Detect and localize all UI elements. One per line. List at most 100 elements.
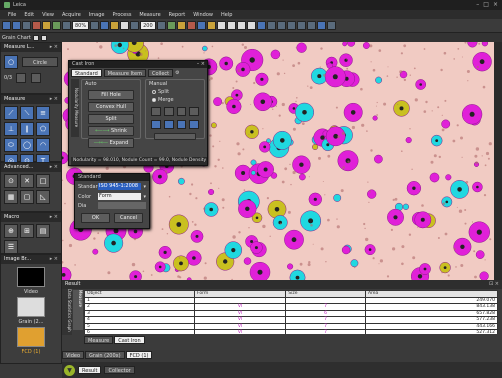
arc-icon[interactable] bbox=[276, 21, 286, 30]
help-icon[interactable] bbox=[326, 21, 336, 30]
measure-line-icon[interactable] bbox=[256, 21, 266, 30]
polygon-icon[interactable]: ⬠ bbox=[36, 122, 50, 136]
color-select[interactable]: Form bbox=[98, 193, 142, 200]
fill-hole-button[interactable]: Fill Hole bbox=[88, 90, 134, 100]
macro-table-icon[interactable]: ▤ bbox=[36, 224, 50, 238]
chevron-down-icon[interactable]: ▾ bbox=[143, 194, 146, 200]
standard-select[interactable]: ISO 945-1:2008 bbox=[98, 183, 142, 190]
export-icon[interactable] bbox=[316, 21, 326, 30]
video-thumbnail[interactable] bbox=[17, 267, 45, 287]
split-button[interactable]: Split bbox=[88, 114, 134, 124]
multi-line-icon[interactable]: ≡ bbox=[36, 106, 50, 120]
circle-measure-icon[interactable]: ◯ bbox=[20, 138, 34, 152]
prev-icon[interactable] bbox=[16, 73, 27, 83]
circle-tool-icon[interactable]: ○ bbox=[4, 55, 18, 69]
chevron-down-icon[interactable]: ▾ bbox=[143, 184, 146, 190]
camera-icon[interactable] bbox=[42, 21, 51, 30]
shrink-button[interactable]: ⟵⟶ Shrink bbox=[88, 126, 134, 136]
point-icon[interactable] bbox=[306, 21, 316, 30]
tab-collect[interactable]: Collect bbox=[147, 69, 174, 77]
macro-list-icon[interactable]: ☰ bbox=[4, 240, 18, 254]
save-icon[interactable] bbox=[12, 21, 21, 30]
footer-tab-collector[interactable]: Collector bbox=[104, 366, 135, 374]
parallel-icon[interactable]: ∥ bbox=[20, 122, 34, 136]
record-icon[interactable] bbox=[32, 21, 41, 30]
line-icon[interactable] bbox=[216, 21, 226, 30]
pen-icon[interactable] bbox=[163, 107, 174, 116]
doc-tab-grain[interactable]: Grain (200x) bbox=[85, 351, 125, 359]
print-icon[interactable] bbox=[22, 21, 31, 30]
count-select[interactable]: 200 bbox=[140, 21, 156, 30]
ellipse-measure-icon[interactable]: ⬭ bbox=[4, 138, 18, 152]
calibrate-icon[interactable] bbox=[120, 21, 130, 30]
close-icon[interactable]: × bbox=[493, 1, 498, 8]
zoom-select[interactable]: 80% bbox=[72, 21, 90, 30]
circle-button[interactable]: Circle bbox=[22, 57, 58, 67]
panel-close-icon[interactable]: ▸ × bbox=[50, 43, 58, 52]
panel-close-icon[interactable]: ▸ × bbox=[50, 95, 58, 104]
minimize-icon[interactable]: – bbox=[476, 1, 479, 8]
grid-icon[interactable] bbox=[110, 21, 120, 30]
manual-apply-button[interactable] bbox=[154, 133, 196, 140]
hand-icon[interactable] bbox=[189, 107, 199, 116]
doc-tab-fcd[interactable]: FCD (1) bbox=[125, 351, 153, 359]
settings-icon[interactable]: ⚙ bbox=[175, 70, 179, 76]
menu-item[interactable]: File bbox=[8, 12, 16, 18]
result-sidetabs[interactable]: Data Statistics Graph bbox=[62, 289, 72, 335]
grain-thumbnail[interactable] bbox=[17, 297, 45, 317]
menu-item[interactable]: Process bbox=[112, 12, 131, 18]
cut-icon[interactable] bbox=[176, 120, 187, 129]
menu-item[interactable]: Window bbox=[193, 12, 213, 18]
cancel-button[interactable]: Cancel bbox=[114, 213, 143, 223]
grain-chart-label[interactable]: Grain Chart bbox=[2, 35, 31, 41]
menu-item[interactable]: Acquire bbox=[62, 12, 81, 18]
convex-hull-button[interactable]: Convex Hull bbox=[88, 102, 134, 112]
panel-close-icon[interactable]: ▸ × bbox=[50, 255, 58, 264]
expand-button[interactable]: ⟶⟵ Expand bbox=[88, 138, 134, 148]
down-arrow-icon[interactable]: ▼ bbox=[64, 364, 75, 376]
ellipse-icon[interactable] bbox=[236, 21, 246, 30]
maximize-icon[interactable]: □ bbox=[483, 1, 489, 8]
panel-close-icon[interactable]: ▸ × bbox=[50, 213, 58, 222]
vertical-scrollbar[interactable] bbox=[494, 42, 502, 280]
pointer-icon[interactable] bbox=[151, 107, 161, 116]
overlay-icon[interactable] bbox=[196, 21, 206, 30]
grid-tool-icon[interactable]: ▦ bbox=[4, 190, 18, 204]
panel-close-icon[interactable]: ▸ × bbox=[50, 163, 58, 172]
fill-icon[interactable] bbox=[163, 120, 174, 129]
measure-sidetab[interactable]: Measure bbox=[73, 290, 83, 330]
menu-item[interactable]: Report bbox=[169, 12, 186, 18]
radio-merge[interactable]: Merge bbox=[146, 96, 204, 104]
menu-item[interactable]: View bbox=[42, 12, 54, 18]
line-measure-icon[interactable]: ⟋ bbox=[4, 106, 18, 120]
menu-item[interactable]: Measure bbox=[139, 12, 160, 18]
arc-measure-icon[interactable]: ◠ bbox=[36, 138, 50, 152]
reset-icon[interactable] bbox=[156, 21, 166, 30]
tab-cast-iron[interactable]: Cast Iron bbox=[114, 336, 145, 344]
menu-item[interactable]: Edit bbox=[24, 12, 34, 18]
frame-icon[interactable]: ▢ bbox=[20, 190, 34, 204]
fcd-thumbnail[interactable] bbox=[17, 327, 45, 347]
pencil-icon[interactable] bbox=[206, 21, 216, 30]
center-point-icon[interactable]: ⊙ bbox=[4, 174, 18, 188]
poly-icon[interactable] bbox=[286, 21, 296, 30]
menu-item[interactable]: Help bbox=[221, 12, 232, 18]
live-icon[interactable] bbox=[52, 21, 61, 30]
brush-icon[interactable] bbox=[151, 120, 161, 129]
macro-grid-icon[interactable]: ⊞ bbox=[20, 224, 34, 238]
menu-item[interactable]: Image bbox=[89, 12, 105, 18]
threshold-icon[interactable] bbox=[166, 21, 176, 30]
rect-icon[interactable] bbox=[226, 21, 236, 30]
eraser-icon[interactable] bbox=[176, 107, 187, 116]
join-icon[interactable] bbox=[189, 120, 199, 129]
curve-icon[interactable] bbox=[296, 21, 306, 30]
brightness-icon[interactable] bbox=[176, 21, 186, 30]
filter-icon[interactable] bbox=[186, 21, 196, 30]
nodularity-sidetab[interactable]: Nodularity Measure bbox=[71, 79, 79, 137]
panel-close-icon[interactable]: ⊡ × bbox=[489, 280, 499, 289]
zoom-in-icon[interactable] bbox=[62, 21, 71, 30]
square-icon[interactable]: □ bbox=[36, 174, 50, 188]
dropdown-icon[interactable] bbox=[32, 34, 39, 41]
tab-measure[interactable]: Measure bbox=[84, 336, 114, 344]
cross-icon[interactable]: ✕ bbox=[20, 174, 34, 188]
